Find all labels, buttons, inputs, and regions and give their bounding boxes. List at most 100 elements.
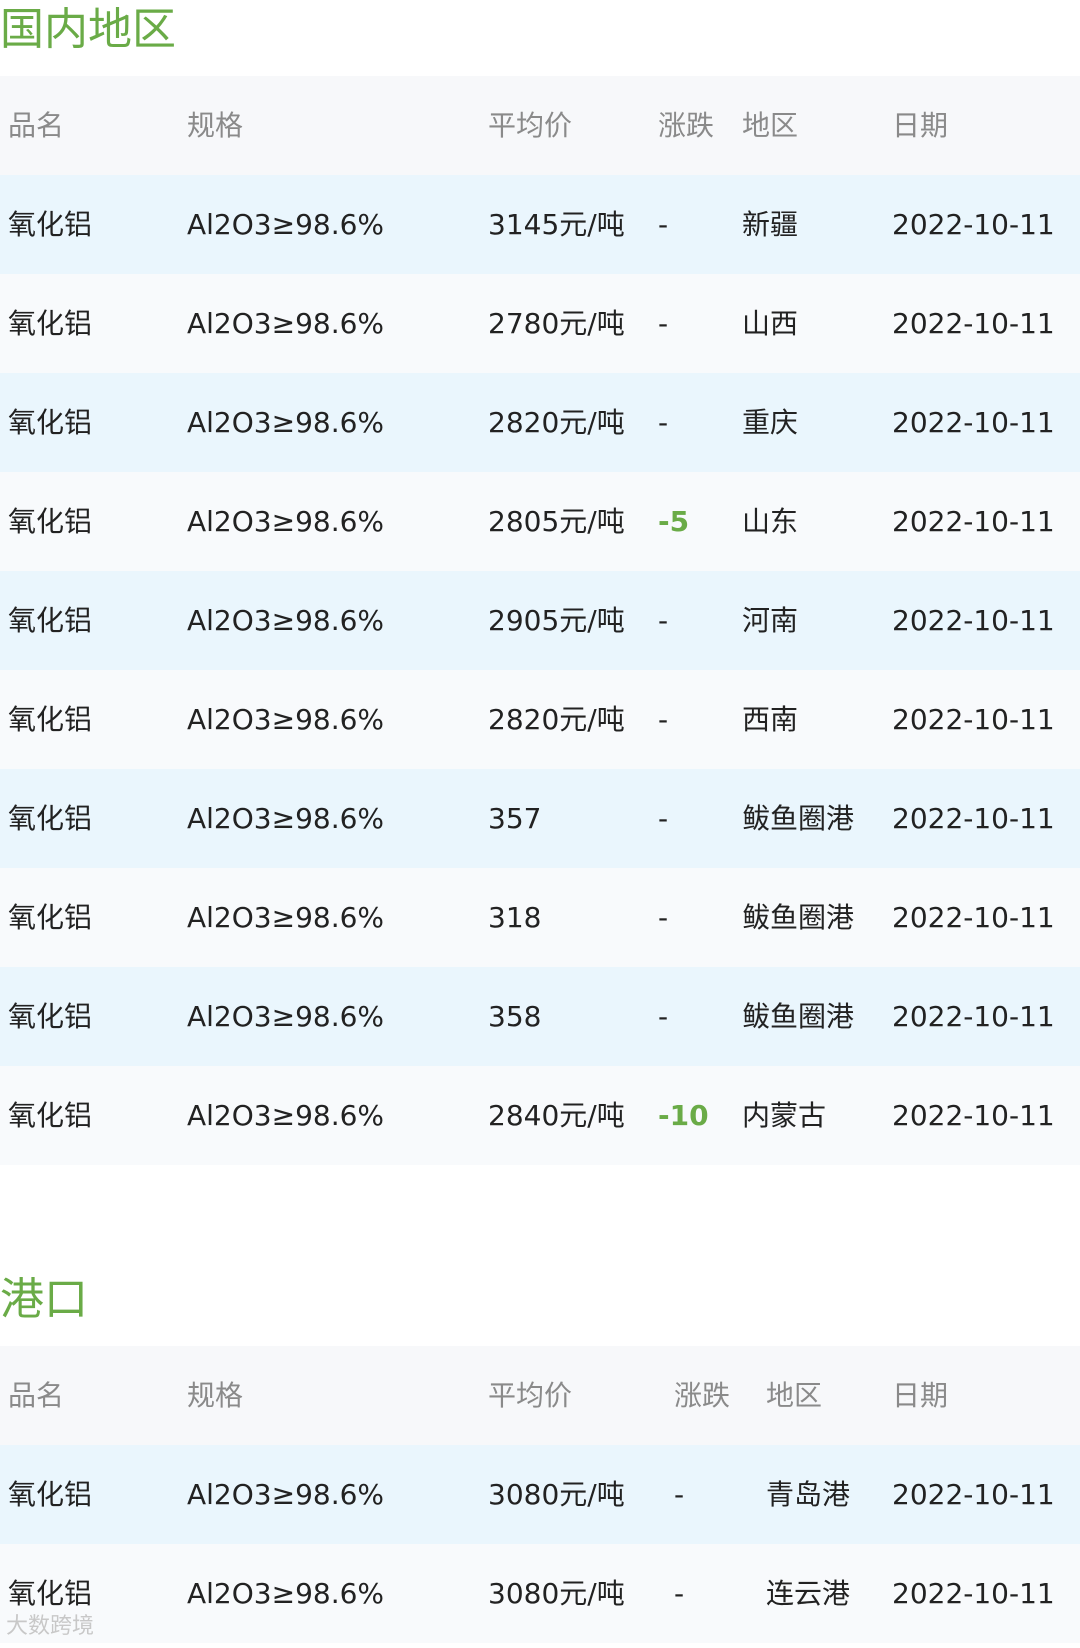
header-date: 日期 <box>892 1379 949 1412</box>
header-change: 涨跌 <box>658 109 715 142</box>
cell-spec: Al2O3≥98.6% <box>187 1000 385 1033</box>
table-body-domestic: 氧化铝 Al2O3≥98.6% 3145元/吨 - 新疆 2022-10-11 氧化铝 Al2… <box>0 175 1080 1165</box>
cell-spec: Al2O3≥98.6% <box>187 802 385 835</box>
cell-price: 2780元/吨 <box>488 307 625 340</box>
cell-name: 氧化铝 <box>8 406 93 439</box>
cell-price: 3080元/吨 <box>488 1478 625 1511</box>
cell-spec: Al2O3≥98.6% <box>187 901 385 934</box>
cell-name: 氧化铝 <box>8 505 93 538</box>
table-row: 氧化铝 Al2O3≥98.6% 318 - 鲅鱼圈港 2022-10-11 <box>0 868 1080 967</box>
cell-price: 2905元/吨 <box>488 604 625 637</box>
cell-name: 氧化铝 <box>8 1478 93 1511</box>
cell-spec: Al2O3≥98.6% <box>187 1099 385 1132</box>
cell-price: 2805元/吨 <box>488 505 625 538</box>
cell-change: - <box>658 406 669 439</box>
cell-spec: Al2O3≥98.6% <box>187 1577 385 1610</box>
table-body-port: 氧化铝 Al2O3≥98.6% 3080元/吨 - 青岛港 2022-10-11 氧化铝 Al… <box>0 1445 1080 1643</box>
cell-date: 2022-10-11 <box>892 208 1055 241</box>
cell-name: 氧化铝 <box>8 1099 93 1132</box>
cell-spec: Al2O3≥98.6% <box>187 703 385 736</box>
table-row: 氧化铝 Al2O3≥98.6% 2780元/吨 - 山西 2022-10-11 <box>0 274 1080 373</box>
cell-change: - <box>674 1577 685 1610</box>
table-row: 氧化铝 Al2O3≥98.6% 3080元/吨 - 连云港 2022-10-11 <box>0 1544 1080 1643</box>
header-name: 品名 <box>8 109 65 142</box>
cell-spec: Al2O3≥98.6% <box>187 208 385 241</box>
cell-price: 3080元/吨 <box>488 1577 625 1610</box>
section-title-port: 港口 <box>0 1274 88 1325</box>
cell-spec: Al2O3≥98.6% <box>187 1478 385 1511</box>
cell-date: 2022-10-11 <box>892 802 1055 835</box>
cell-name: 氧化铝 <box>8 802 93 835</box>
table-row: 氧化铝 Al2O3≥98.6% 2805元/吨 -5 山东 2022-10-11 <box>0 472 1080 571</box>
cell-date: 2022-10-11 <box>892 307 1055 340</box>
cell-date: 2022-10-11 <box>892 1099 1055 1132</box>
table-row: 氧化铝 Al2O3≥98.6% 3145元/吨 - 新疆 2022-10-11 <box>0 175 1080 274</box>
cell-name: 氧化铝 <box>8 1000 93 1033</box>
cell-price: 2840元/吨 <box>488 1099 625 1132</box>
cell-change: - <box>658 604 669 637</box>
price-table-port: 品名 规格 平均价 涨跌 地区 日期 氧化铝 Al2O3≥98.6% 3080元/吨… <box>0 1346 1080 1643</box>
cell-region: 鲅鱼圈港 <box>742 802 855 835</box>
cell-region: 河南 <box>742 604 799 637</box>
table-row: 氧化铝 Al2O3≥98.6% 2905元/吨 - 河南 2022-10-11 <box>0 571 1080 670</box>
cell-region: 内蒙古 <box>742 1099 827 1132</box>
header-spec: 规格 <box>187 1379 244 1412</box>
header-region: 地区 <box>742 109 799 142</box>
cell-date: 2022-10-11 <box>892 406 1055 439</box>
cell-change: - <box>674 1478 685 1511</box>
cell-price: 2820元/吨 <box>488 406 625 439</box>
section-title-domestic: 国内地区 <box>0 4 176 55</box>
watermark-logo: 大数跨境 <box>6 1614 95 1639</box>
cell-change: - <box>658 901 669 934</box>
header-date: 日期 <box>892 109 949 142</box>
cell-date: 2022-10-11 <box>892 604 1055 637</box>
cell-region: 山西 <box>742 307 799 340</box>
cell-change: - <box>658 307 669 340</box>
cell-date: 2022-10-11 <box>892 1000 1055 1033</box>
table-row: 氧化铝 Al2O3≥98.6% 358 - 鲅鱼圈港 2022-10-11 <box>0 967 1080 1066</box>
header-region: 地区 <box>766 1379 823 1412</box>
cell-change: -5 <box>658 505 690 538</box>
cell-name: 氧化铝 <box>8 901 93 934</box>
cell-region: 连云港 <box>766 1577 851 1610</box>
price-table-domestic: 品名 规格 平均价 涨跌 地区 日期 氧化铝 Al2O3≥98.6% 3145元/吨… <box>0 76 1080 1165</box>
cell-spec: Al2O3≥98.6% <box>187 406 385 439</box>
cell-name: 氧化铝 <box>8 703 93 736</box>
cell-region: 新疆 <box>742 208 799 241</box>
cell-date: 2022-10-11 <box>892 505 1055 538</box>
cell-region: 鲅鱼圈港 <box>742 901 855 934</box>
table-row: 氧化铝 Al2O3≥98.6% 2820元/吨 - 西南 2022-10-11 <box>0 670 1080 769</box>
table-row: 氧化铝 Al2O3≥98.6% 357 - 鲅鱼圈港 2022-10-11 <box>0 769 1080 868</box>
cell-region: 青岛港 <box>766 1478 851 1511</box>
cell-spec: Al2O3≥98.6% <box>187 307 385 340</box>
cell-price: 2820元/吨 <box>488 703 625 736</box>
cell-change: - <box>658 208 669 241</box>
cell-date: 2022-10-11 <box>892 1577 1055 1610</box>
cell-price: 357 <box>488 802 542 835</box>
cell-name: 氧化铝 <box>8 604 93 637</box>
header-spec: 规格 <box>187 109 244 142</box>
header-change: 涨跌 <box>674 1379 731 1412</box>
table-row: 氧化铝 Al2O3≥98.6% 2840元/吨 -10 内蒙古 2022-10-11 <box>0 1066 1080 1165</box>
table-header-row: 品名 规格 平均价 涨跌 地区 日期 <box>0 1346 1080 1445</box>
cell-region: 鲅鱼圈港 <box>742 1000 855 1033</box>
header-name: 品名 <box>8 1379 65 1412</box>
cell-price: 3145元/吨 <box>488 208 625 241</box>
cell-change: -10 <box>658 1099 709 1132</box>
cell-region: 西南 <box>742 703 799 736</box>
cell-price: 358 <box>488 1000 542 1033</box>
cell-change: - <box>658 703 669 736</box>
cell-date: 2022-10-11 <box>892 901 1055 934</box>
cell-date: 2022-10-11 <box>892 1478 1055 1511</box>
header-price: 平均价 <box>488 1379 573 1412</box>
cell-price: 318 <box>488 901 542 934</box>
cell-region: 山东 <box>742 505 799 538</box>
header-price: 平均价 <box>488 109 573 142</box>
cell-region: 重庆 <box>742 406 799 439</box>
cell-date: 2022-10-11 <box>892 703 1055 736</box>
table-row: 氧化铝 Al2O3≥98.6% 3080元/吨 - 青岛港 2022-10-11 <box>0 1445 1080 1544</box>
cell-spec: Al2O3≥98.6% <box>187 604 385 637</box>
cell-name: 氧化铝 <box>8 307 93 340</box>
cell-spec: Al2O3≥98.6% <box>187 505 385 538</box>
table-header-row: 品名 规格 平均价 涨跌 地区 日期 <box>0 76 1080 175</box>
